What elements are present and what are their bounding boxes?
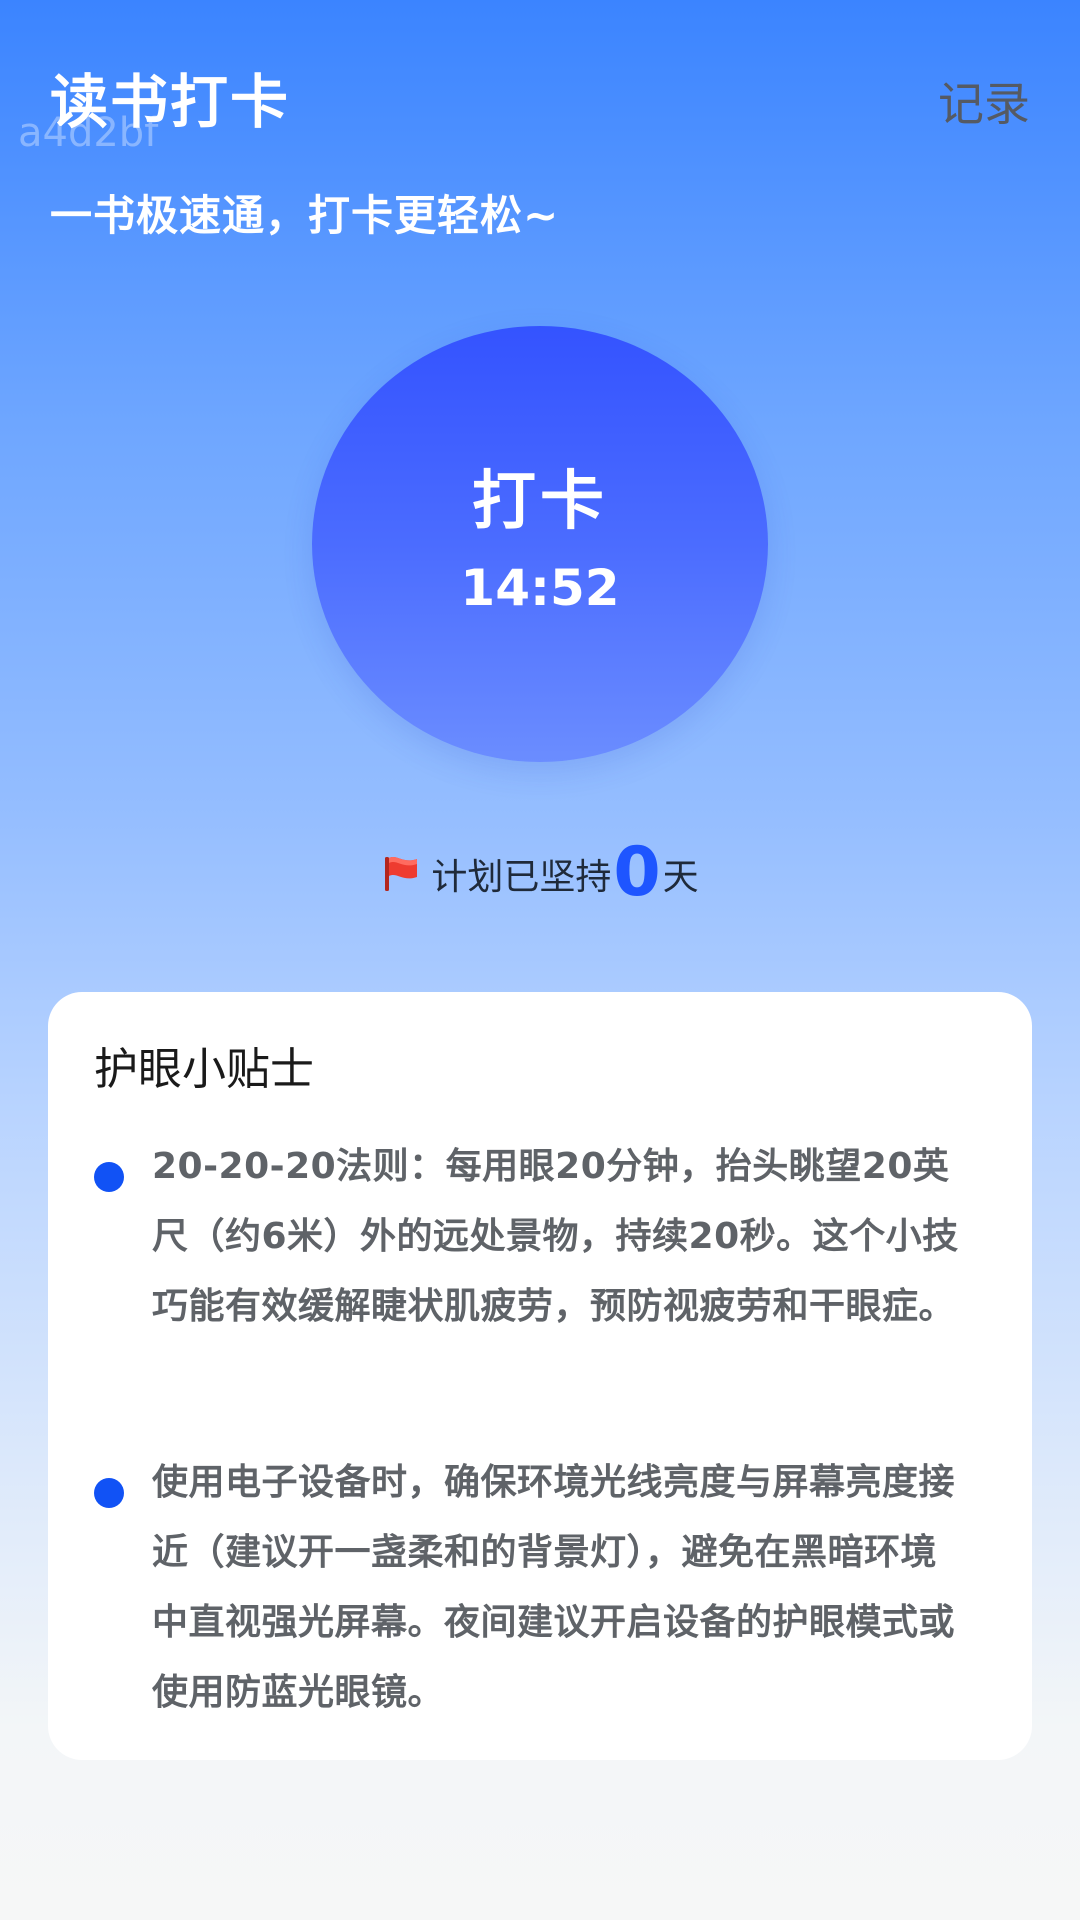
checkin-time: 14:52: [460, 559, 620, 617]
streak-prefix: 计划已坚持: [431, 857, 612, 898]
bullet-icon: [94, 1478, 124, 1508]
eye-care-tips-card: 护眼小贴士 20-20-20法则：每用眼20分钟，抬头眺望20英尺（约6米）外的…: [48, 992, 1032, 1760]
red-flag-icon: [381, 837, 421, 891]
tip-text: 使用电子设备时，确保环境光线亮度与屏幕亮度接近（建议开一盏柔和的背景灯），避免在…: [152, 1462, 956, 1713]
streak-suffix: 天: [662, 857, 699, 898]
record-button[interactable]: 记录: [938, 74, 1030, 134]
streak-count: 0: [613, 833, 661, 912]
checkin-button[interactable]: 打卡 14:52: [312, 326, 768, 762]
checkin-label: 打卡: [472, 465, 608, 539]
streak-info: 计划已坚持0天: [0, 828, 1080, 923]
bullet-icon: [94, 1162, 124, 1192]
subtitle: 一书极速通，打卡更轻松~: [50, 191, 560, 240]
watermark: a4d2bf: [18, 110, 159, 156]
tip-text: 20-20-20法则：每用眼20分钟，抬头眺望20英尺（约6米）外的远处景物，持…: [152, 1146, 959, 1327]
tips-title: 护眼小贴士: [94, 1044, 314, 1095]
